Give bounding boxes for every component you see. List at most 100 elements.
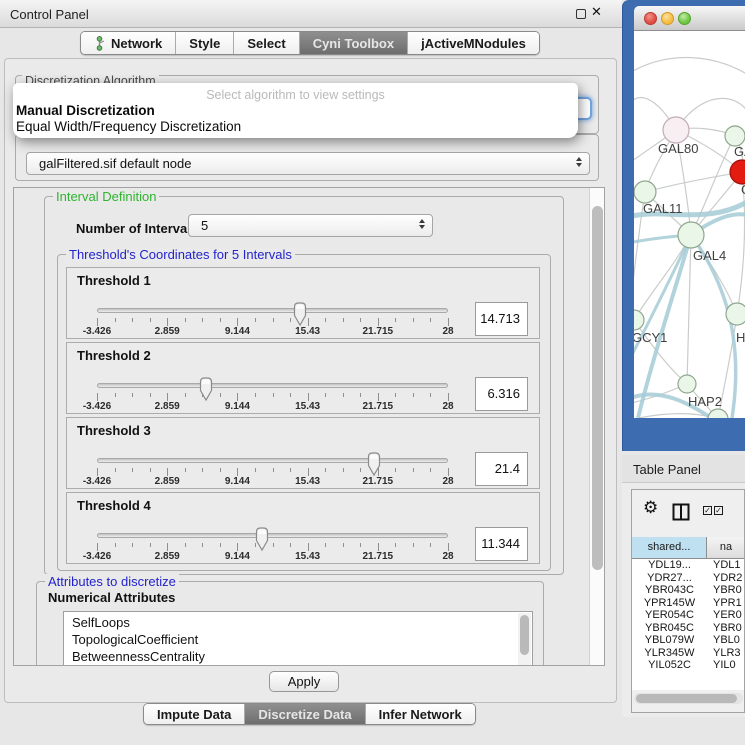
tick-label: 2.859 [142,551,192,562]
tick-mark [413,468,414,472]
checkbox-icon[interactable]: ✓ [703,506,712,515]
threshold-slider-thumb[interactable] [253,526,271,552]
tab-label: Style [189,36,220,51]
table-row[interactable]: YIL052CYIL0 [632,659,745,669]
h-node[interactable] [726,303,745,325]
tab-cyni-toolbox[interactable]: Cyni Toolbox [300,32,408,54]
threshold-value-field[interactable]: 11.344 [475,527,528,561]
threshold-slider-track[interactable] [97,458,448,463]
list-scrollbar[interactable] [518,613,531,666]
threshold-slider-track[interactable] [97,383,448,388]
table-horizontal-scrollbar[interactable] [634,693,743,704]
network-edge[interactable] [687,235,691,384]
tick-mark [220,393,221,397]
apply-button[interactable]: Apply [269,671,339,692]
threshold-slider-thumb[interactable] [197,376,215,402]
threshold-panel-3: Threshold 3-3.4262.8599.14415.4321.71528… [66,417,540,489]
gal4-node[interactable] [678,222,704,248]
table-panel-titlebar: Table Panel [622,455,745,483]
tick-mark [255,318,256,322]
table-horizontal-scrollbar-thumb[interactable] [636,694,737,703]
gcy1-node[interactable] [634,310,644,330]
threshold-slider-thumb[interactable] [291,301,309,327]
float-icon[interactable] [576,9,586,19]
zoom-traffic-light-icon[interactable] [678,12,691,25]
network-window[interactable]: GAL80GAGGAL11GAL4GCY1HHAP2 [622,0,745,451]
network-window-titlebar[interactable] [634,6,745,31]
algorithm-dropdown-popup: Select algorithm to view settings Manual… [13,83,578,138]
table-column-header[interactable]: shared... [632,537,707,559]
threshold-label: Threshold 1 [77,273,151,288]
threshold-value-field[interactable]: 14.713 [475,302,528,336]
gal11-node[interactable] [634,181,656,203]
panel-title: Control Panel [10,7,89,22]
table-row[interactable]: YPR145WYPR1 [632,597,745,610]
table-row[interactable]: YDR27...YDR2 [632,572,745,585]
network-edge[interactable] [645,172,742,192]
tab-jactivemnodules[interactable]: jActiveMNodules [408,32,539,54]
table-data-group: Table Data galFiltered.sif default node [15,134,599,181]
network-canvas[interactable]: GAL80GAGGAL11GAL4GCY1HHAP2 [634,31,745,418]
checkbox-icon[interactable]: ✓ [714,506,723,515]
tick-label: 2.859 [142,401,192,412]
tab-label: jActiveMNodules [421,36,526,51]
threshold-slider-track[interactable] [97,533,448,538]
table-row[interactable]: YLR345WYLR3 [632,647,745,660]
table-row[interactable]: YER054CYER0 [632,609,745,622]
algorithm-option[interactable]: Equal Width/Frequency Discretization [13,119,578,135]
tick-mark [167,543,168,551]
attribute-list-item[interactable]: TopologicalCoefficient [64,631,518,648]
table-cell: YBL0 [707,634,745,647]
panel-scrollbar[interactable] [589,188,604,665]
tick-mark [430,393,431,397]
tab-impute-data[interactable]: Impute Data [144,704,245,724]
minimize-traffic-light-icon[interactable] [661,12,674,25]
node-table[interactable]: shared...na YDL19...YDL1YDR27...YDR2YBR0… [632,537,745,690]
close-icon[interactable]: ✕ [591,5,602,20]
table-cell: YBR045C [632,622,707,635]
tab-discretize-data[interactable]: Discretize Data [245,704,365,724]
num-intervals-spinner[interactable]: 5 [188,214,433,237]
hap2-node[interactable] [678,375,696,393]
network-edge[interactable] [634,58,745,79]
tick-mark [343,393,344,397]
algorithm-option[interactable]: Manual Discretization [13,103,578,119]
tab-network[interactable]: Network [81,32,176,54]
tab-style[interactable]: Style [176,32,234,54]
node-label: GAL80 [658,141,698,156]
gal80-node[interactable] [663,117,689,143]
threshold-value-field[interactable]: 21.4 [475,452,528,486]
network-edge[interactable] [634,235,691,320]
tick-mark [132,393,133,397]
threshold-slider-track[interactable] [97,308,448,313]
close-traffic-light-icon[interactable] [644,12,657,25]
top-right-node[interactable] [725,126,745,146]
tick-mark [167,318,168,326]
table-panel-title: Table Panel [633,462,701,477]
table-cell: YDL19... [632,559,707,572]
panel-scrollbar-thumb[interactable] [592,206,603,570]
attribute-list-item[interactable]: BetweennessCentrality [64,648,518,665]
gear-icon[interactable]: ⚙ [643,500,658,517]
columns-icon[interactable] [672,503,690,521]
tick-mark [97,468,98,476]
list-scrollbar-thumb[interactable] [520,615,529,655]
tick-mark [115,543,116,547]
table-row[interactable]: YDL19...YDL1 [632,559,745,572]
table-row[interactable]: YBR045CYBR0 [632,622,745,635]
tab-infer-network[interactable]: Infer Network [366,704,475,724]
attribute-list-item[interactable]: SelfLoops [64,614,518,631]
tick-mark [273,393,274,397]
table-row[interactable]: YBL079WYBL0 [632,634,745,647]
table-row[interactable]: YBR043CYBR0 [632,584,745,597]
threshold-value-field[interactable]: 6.316 [475,377,528,411]
tick-mark [150,318,151,322]
tick-mark [185,543,186,547]
table-data-combobox[interactable]: galFiltered.sif default node [26,152,590,175]
table-column-header[interactable]: na [707,537,745,559]
numerical-attributes-list[interactable]: SelfLoopsTopologicalCoefficientBetweenne… [63,611,533,666]
tab-select[interactable]: Select [234,32,299,54]
threshold-slider-thumb[interactable] [365,451,383,477]
tick-mark [395,318,396,322]
table-mode-checkboxes-icon[interactable]: ✓ ✓ [703,506,723,515]
